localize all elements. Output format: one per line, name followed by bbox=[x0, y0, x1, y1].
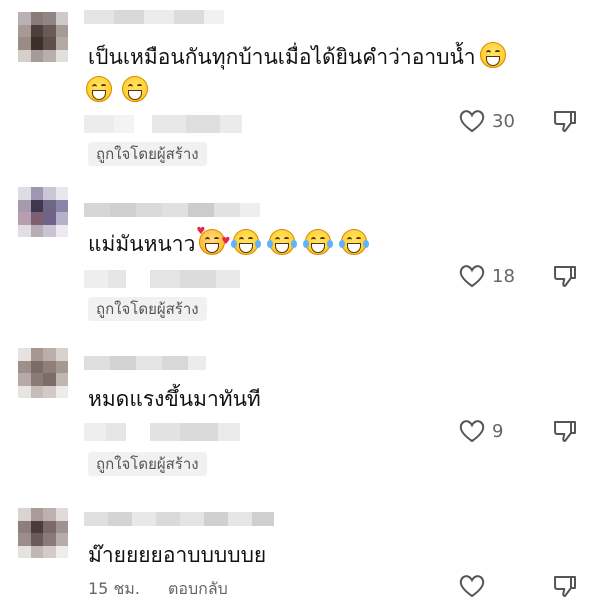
like-button[interactable]: 30 bbox=[458, 108, 515, 134]
like-count: 18 bbox=[492, 265, 515, 287]
thumbs-down-icon bbox=[554, 576, 576, 597]
comment-item: ม๊ายยยยอาบบบบบย 15 ชม. ตอบกลับ bbox=[0, 490, 600, 612]
thumbs-down-icon bbox=[554, 111, 576, 132]
heart-icon bbox=[459, 420, 485, 443]
username-blurred[interactable] bbox=[84, 10, 224, 24]
liked-by-creator-badge: ถูกใจโดยผู้สร้าง bbox=[88, 452, 207, 476]
like-button[interactable] bbox=[458, 573, 486, 599]
meta-blurred bbox=[84, 270, 240, 288]
dislike-button[interactable] bbox=[552, 418, 578, 448]
heart-icon bbox=[459, 110, 485, 133]
smiling-hearts-icon: ♥ ♥ bbox=[196, 227, 230, 255]
grin-icon bbox=[479, 42, 506, 68]
dislike-button[interactable] bbox=[552, 263, 578, 293]
heart-icon bbox=[459, 265, 485, 288]
like-count: 30 bbox=[492, 110, 515, 132]
dislike-button[interactable] bbox=[552, 573, 578, 603]
username-blurred[interactable] bbox=[84, 203, 260, 217]
liked-by-creator-badge: ถูกใจโดยผู้สร้าง bbox=[88, 142, 207, 166]
thumbs-down-icon bbox=[554, 421, 576, 442]
tears-of-joy-icon bbox=[231, 229, 262, 255]
username-blurred[interactable] bbox=[84, 356, 206, 370]
comment-item: แม่มันหนาว ♥ ♥ ถูกใจโดยผู้สร้าง 18 bbox=[0, 175, 600, 330]
heart-icon bbox=[459, 575, 485, 598]
dislike-button[interactable] bbox=[552, 108, 578, 138]
avatar[interactable] bbox=[18, 12, 68, 62]
like-count: 9 bbox=[492, 420, 504, 442]
avatar[interactable] bbox=[18, 348, 68, 398]
avatar[interactable] bbox=[18, 508, 68, 558]
meta-blurred bbox=[84, 423, 240, 441]
meta-blurred bbox=[84, 115, 242, 133]
comment-text: ม๊ายยยยอาบบบบบย bbox=[88, 543, 267, 567]
comment-text: เป็นเหมือนกันทุกบ้านเมื่อได้ยินคำว่าอาบน… bbox=[88, 40, 506, 74]
comment-item: เป็นเหมือนกันทุกบ้านเมื่อได้ยินคำว่าอาบน… bbox=[0, 0, 600, 175]
tears-of-joy-icon bbox=[339, 229, 370, 255]
comment-timestamp: 15 ชม. bbox=[88, 579, 140, 598]
like-button[interactable]: 9 bbox=[458, 418, 503, 444]
liked-by-creator-badge: ถูกใจโดยผู้สร้าง bbox=[88, 297, 207, 321]
comment-text-emoji-line bbox=[86, 74, 148, 108]
reply-button[interactable]: ตอบกลับ bbox=[168, 577, 228, 602]
comment-item: หมดแรงขึ้นมาทันที ถูกใจโดยผู้สร้าง 9 bbox=[0, 330, 600, 490]
grin-icon bbox=[86, 76, 112, 102]
thumbs-down-icon bbox=[554, 266, 576, 287]
username-blurred[interactable] bbox=[84, 512, 274, 526]
comment-text: แม่มันหนาว ♥ ♥ bbox=[88, 227, 370, 261]
avatar[interactable] bbox=[18, 187, 68, 237]
tears-of-joy-icon bbox=[267, 229, 298, 255]
tears-of-joy-icon bbox=[303, 229, 334, 255]
comment-text: หมดแรงขึ้นมาทันที bbox=[88, 387, 261, 411]
like-button[interactable]: 18 bbox=[458, 263, 515, 289]
grin-icon bbox=[122, 76, 148, 102]
